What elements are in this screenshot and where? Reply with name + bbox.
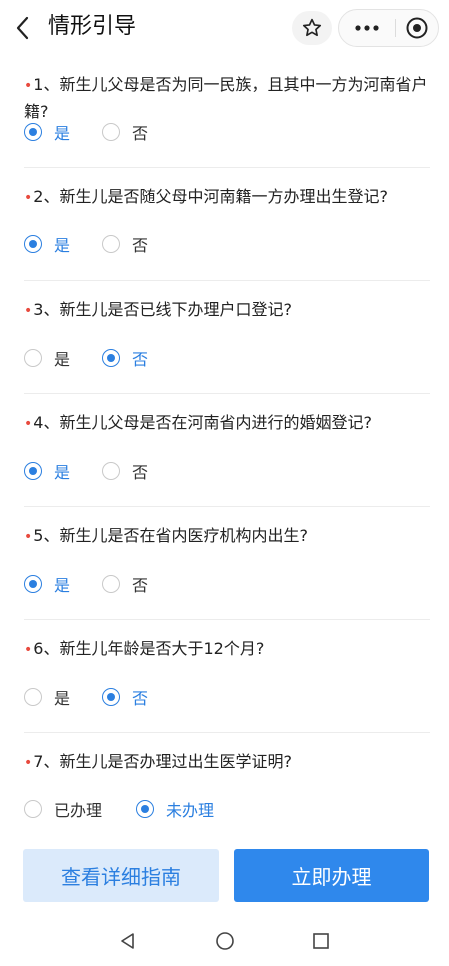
nav-back-button[interactable] [113, 927, 143, 955]
triangle-back-icon [121, 933, 134, 949]
question-text: •1、新生儿父母是否为同一民族，且其中一方为河南省户籍? [24, 75, 428, 121]
radio-checked[interactable] [24, 235, 42, 253]
option-yes[interactable]: 是 [24, 571, 102, 597]
favorite-button[interactable] [292, 11, 332, 45]
option-not-done[interactable]: 未办理 [136, 796, 214, 822]
option-no[interactable]: 否 [102, 231, 148, 257]
options: 是 否 [24, 345, 148, 371]
close-miniprogram-button[interactable] [396, 10, 438, 46]
question-text: •3、新生儿是否已线下办理户口登记? [24, 300, 292, 319]
target-icon [406, 17, 428, 39]
capsule-menu [338, 9, 439, 47]
question-text: •4、新生儿父母是否在河南省内进行的婚姻登记? [24, 413, 372, 432]
nav-recent-button[interactable] [306, 927, 336, 955]
circle-home-icon [216, 932, 234, 950]
question-text: •2、新生儿是否随父母中河南籍一方办理出生登记? [24, 187, 388, 206]
question-2: •2、新生儿是否随父母中河南籍一方办理出生登记? 是 否 [24, 184, 430, 255]
radio-unchecked[interactable] [24, 688, 42, 706]
option-done[interactable]: 已办理 [24, 796, 136, 822]
required-mark: • [24, 78, 33, 94]
top-bar: 情形引导 [0, 0, 449, 56]
question-6: •6、新生儿年龄是否大于12个月? 是 否 [24, 636, 430, 708]
page-title: 情形引导 [48, 14, 137, 39]
option-yes[interactable]: 是 [24, 345, 102, 371]
radio-checked[interactable] [24, 123, 42, 141]
option-no[interactable]: 否 [102, 119, 148, 145]
question-3: •3、新生儿是否已线下办理户口登记? 是 否 [24, 297, 430, 369]
options: 已办理 未办理 [24, 796, 214, 822]
radio-unchecked[interactable] [102, 575, 120, 593]
radio-checked[interactable] [102, 688, 120, 706]
option-no[interactable]: 否 [102, 571, 148, 597]
star-icon [302, 18, 322, 37]
question-4: •4、新生儿父母是否在河南省内进行的婚姻登记? 是 否 [24, 410, 430, 482]
more-dots-icon [355, 25, 379, 31]
options: 是 否 [24, 571, 148, 597]
radio-unchecked[interactable] [102, 123, 120, 141]
divider [24, 393, 430, 394]
divider [24, 506, 430, 507]
radio-unchecked[interactable] [102, 235, 120, 253]
option-yes[interactable]: 是 [24, 684, 102, 710]
option-yes[interactable]: 是 [24, 231, 102, 257]
options: 是 否 [24, 684, 148, 710]
more-button[interactable] [339, 10, 395, 46]
question-7: •7、新生儿是否办理过出生医学证明? 已办理 未办理 [24, 749, 430, 820]
radio-unchecked[interactable] [24, 800, 42, 818]
option-no[interactable]: 否 [102, 458, 148, 484]
option-no[interactable]: 否 [102, 684, 148, 710]
question-text: •7、新生儿是否办理过出生医学证明? [24, 752, 292, 771]
divider [24, 167, 430, 168]
question-text: •5、新生儿是否在省内医疗机构内出生? [24, 526, 308, 545]
square-recent-icon [313, 933, 329, 949]
system-nav-bar [0, 915, 449, 966]
radio-checked[interactable] [136, 800, 154, 818]
question-5: •5、新生儿是否在省内医疗机构内出生? 是 否 [24, 523, 430, 595]
divider [24, 732, 430, 733]
radio-checked[interactable] [102, 349, 120, 367]
view-guide-button[interactable]: 查看详细指南 [23, 849, 219, 902]
options: 是 否 [24, 458, 148, 484]
radio-checked[interactable] [24, 462, 42, 480]
option-no[interactable]: 否 [102, 345, 148, 371]
question-text: •6、新生儿年龄是否大于12个月? [24, 639, 265, 658]
divider [24, 619, 430, 620]
chevron-left-icon[interactable] [12, 14, 36, 42]
radio-checked[interactable] [24, 575, 42, 593]
options: 是 否 [24, 231, 148, 257]
question-1: •1、新生儿父母是否为同一民族，且其中一方为河南省户籍? 是 否 [24, 72, 430, 143]
nav-home-button[interactable] [210, 927, 240, 955]
radio-unchecked[interactable] [24, 349, 42, 367]
option-yes[interactable]: 是 [24, 119, 102, 145]
options: 是 否 [24, 119, 148, 145]
radio-unchecked[interactable] [102, 462, 120, 480]
divider [24, 280, 430, 281]
apply-now-button[interactable]: 立即办理 [234, 849, 429, 902]
option-yes[interactable]: 是 [24, 458, 102, 484]
